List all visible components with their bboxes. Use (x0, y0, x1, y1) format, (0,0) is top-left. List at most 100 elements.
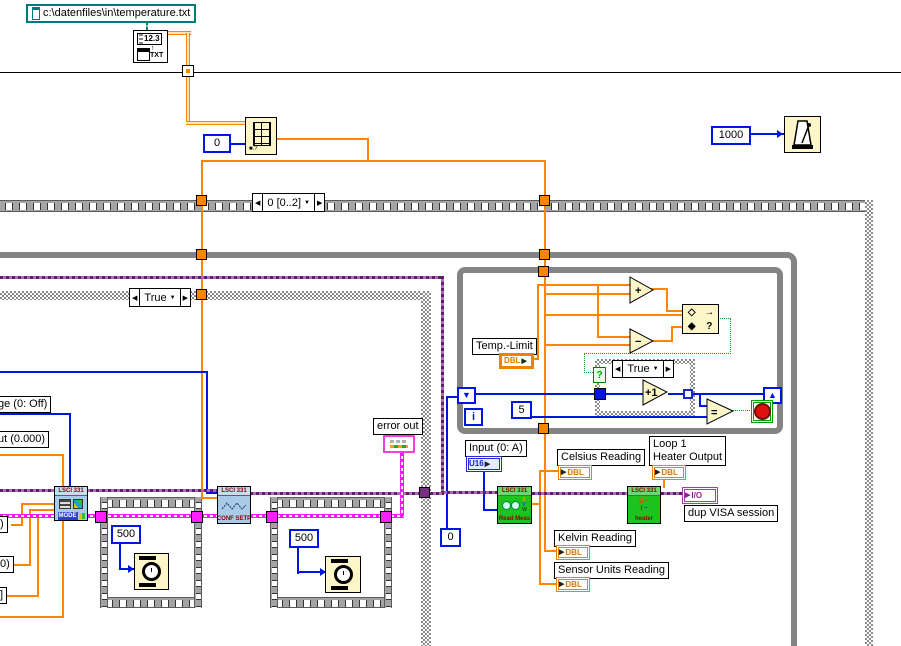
wire-sub-lower-input (545, 344, 631, 346)
tunnel-dot (186, 69, 190, 73)
increment-function[interactable]: +1 (642, 379, 668, 406)
main-case-selector[interactable]: ◀ True ▼ ▶ (129, 288, 191, 307)
iteration-terminal[interactable]: i (464, 408, 483, 426)
frame2-bottom-border[interactable] (270, 597, 392, 608)
input-channel-terminal[interactable]: U16 ▶ (466, 456, 502, 472)
visa-session-terminal[interactable]: ▶ I/O (682, 487, 718, 504)
case-selector-terminal[interactable]: ? (593, 367, 606, 383)
sequence-frame-label: 0 [0..2] (267, 196, 302, 209)
tunnel-frame1-left[interactable] (95, 511, 107, 523)
next-case-icon[interactable]: ▶ (181, 294, 190, 302)
wire-add-lower-input (545, 293, 631, 295)
shift-register-down-icon: ▼ (462, 390, 471, 400)
dropdown-icon[interactable]: ▼ (304, 200, 310, 206)
lsci-heater-vi[interactable]: LSCI 331 U ~ I ~ heater (627, 486, 661, 524)
tunnel-while-right[interactable] (539, 249, 550, 260)
wire-indexed-value (277, 138, 368, 140)
path-icon (32, 7, 40, 20)
temp-limit-control-terminal[interactable]: DBL ▶ (499, 353, 534, 369)
tunnel-pane-crossing[interactable] (182, 65, 194, 77)
frame1-wait-value: 500 (116, 528, 136, 540)
index-array-icon[interactable]: ■.? (245, 117, 277, 155)
dropdown-icon[interactable]: ▼ (653, 366, 659, 372)
tunnel-case-visa[interactable] (419, 487, 430, 498)
frame2-wait-constant[interactable]: 500 (289, 529, 319, 548)
sequence-structure-right-border[interactable] (865, 200, 873, 646)
limit-5-constant[interactable]: 5 (511, 401, 532, 419)
lsci-mode-vi[interactable]: LSCI 331 MODE (54, 486, 88, 521)
sensor-units-terminal[interactable]: ▶ DBL (556, 577, 590, 592)
tunnel-frame2-right[interactable] (380, 511, 392, 523)
metronome-glyph (792, 120, 813, 149)
loop-condition-terminal[interactable] (751, 400, 773, 423)
tunnel-while-left[interactable] (196, 249, 207, 260)
frame2-wait-ms-icon[interactable] (325, 556, 361, 593)
sequence-structure-top-border[interactable] (0, 200, 866, 212)
error-cluster-glyph (390, 440, 408, 443)
file-path-constant[interactable]: c:\datenfiles\in\temperature.txt (26, 4, 197, 23)
in-range-function[interactable]: ◇ → ◆ ? (682, 304, 719, 334)
wire-mode-in1 (21, 503, 55, 505)
lsci-read-meas-vi[interactable]: LSCI 331 A V W Read Meas (497, 486, 532, 524)
case-question-glyph: ? (596, 370, 603, 381)
tunnel-inner-case-left[interactable] (594, 388, 606, 400)
array-value-chip: 12.3 (137, 33, 162, 45)
frame2-top-border[interactable] (270, 497, 392, 508)
dropdown-icon[interactable]: ▼ (170, 295, 176, 301)
tunnel-inner-case-right[interactable] (683, 389, 693, 399)
main-case-structure-right-border[interactable] (421, 291, 431, 646)
shift-register-left[interactable]: ▼ (457, 387, 476, 404)
wire-add-output (666, 288, 668, 312)
vi-footer: Read Meas (498, 516, 531, 522)
wire-sensor-units (539, 583, 557, 585)
inner-case-selector[interactable]: ◀ True ▼ ▶ (612, 360, 674, 378)
grid-icon (253, 122, 271, 146)
read-spreadsheet-file-icon[interactable]: 12.3 ↑ TXT (133, 30, 168, 63)
frame1-wait-ms-icon[interactable] (134, 553, 169, 590)
glasses-glyph (502, 501, 521, 510)
wait-ms-multiple-icon[interactable] (784, 116, 821, 153)
terminal-arrow-icon: ▶ (559, 549, 565, 556)
tunnel-sequence-right[interactable] (539, 195, 550, 206)
heater-output-line1: Loop 1 (653, 438, 687, 450)
heater-output-terminal[interactable]: ▶ DBL (652, 465, 686, 480)
heater-output-line2: Heater Output (653, 451, 723, 463)
tunnel-sequence-left[interactable] (196, 195, 207, 206)
tunnel-frame1-right[interactable] (191, 511, 203, 523)
lsci-conf-setp-vi[interactable]: LSCI 331 CONF SETP (217, 486, 251, 524)
prev-case-icon[interactable]: ◀ (613, 365, 622, 373)
wait-1000-constant[interactable]: 1000 (711, 126, 751, 145)
wire-shift-reg (668, 393, 684, 395)
glasses-icon: A V W (498, 496, 531, 515)
frame1-top-border[interactable] (100, 497, 202, 508)
next-frame-icon[interactable]: ▶ (315, 199, 324, 207)
wire-shift-reg (606, 393, 644, 395)
tunnel-case-left[interactable] (196, 289, 207, 300)
inner-case-label: True (627, 363, 650, 375)
wire-indexed-value (201, 160, 546, 162)
wire-sub-output (671, 326, 673, 342)
shift-init-constant[interactable]: 0 (440, 528, 461, 547)
error-out-indicator[interactable] (383, 435, 415, 453)
terminal-arrow-icon: ▶ (559, 581, 565, 588)
tunnel-inner-while-bottom[interactable] (538, 423, 549, 434)
terminal-type: DBL (661, 467, 678, 477)
tunnel-inner-while-top[interactable] (538, 266, 549, 277)
next-case-icon[interactable]: ▶ (664, 365, 673, 373)
kelvin-terminal[interactable]: ▶ DBL (556, 545, 590, 560)
index-constant[interactable]: 0 (203, 134, 231, 153)
prev-case-icon[interactable]: ◀ (130, 294, 139, 302)
terminal-arrow-icon: ▶ (484, 460, 491, 468)
add-function[interactable]: + (629, 276, 654, 304)
tunnel-frame2-left[interactable] (266, 511, 278, 523)
frame1-bottom-border[interactable] (100, 597, 202, 608)
equals-function[interactable]: = (706, 398, 734, 425)
prev-frame-icon[interactable]: ◀ (253, 199, 262, 207)
subtract-function[interactable]: − (629, 328, 654, 354)
frame1-wait-constant[interactable]: 500 (111, 525, 141, 544)
terminal-type: DBL (567, 467, 584, 477)
truncated-control-1: ) (0, 516, 8, 533)
sequence-selector[interactable]: ◀ 0 [0..2] ▼ ▶ (252, 193, 326, 212)
celsius-terminal[interactable]: ▶ DBL (558, 465, 592, 480)
main-case-structure-top-border[interactable] (0, 291, 430, 300)
